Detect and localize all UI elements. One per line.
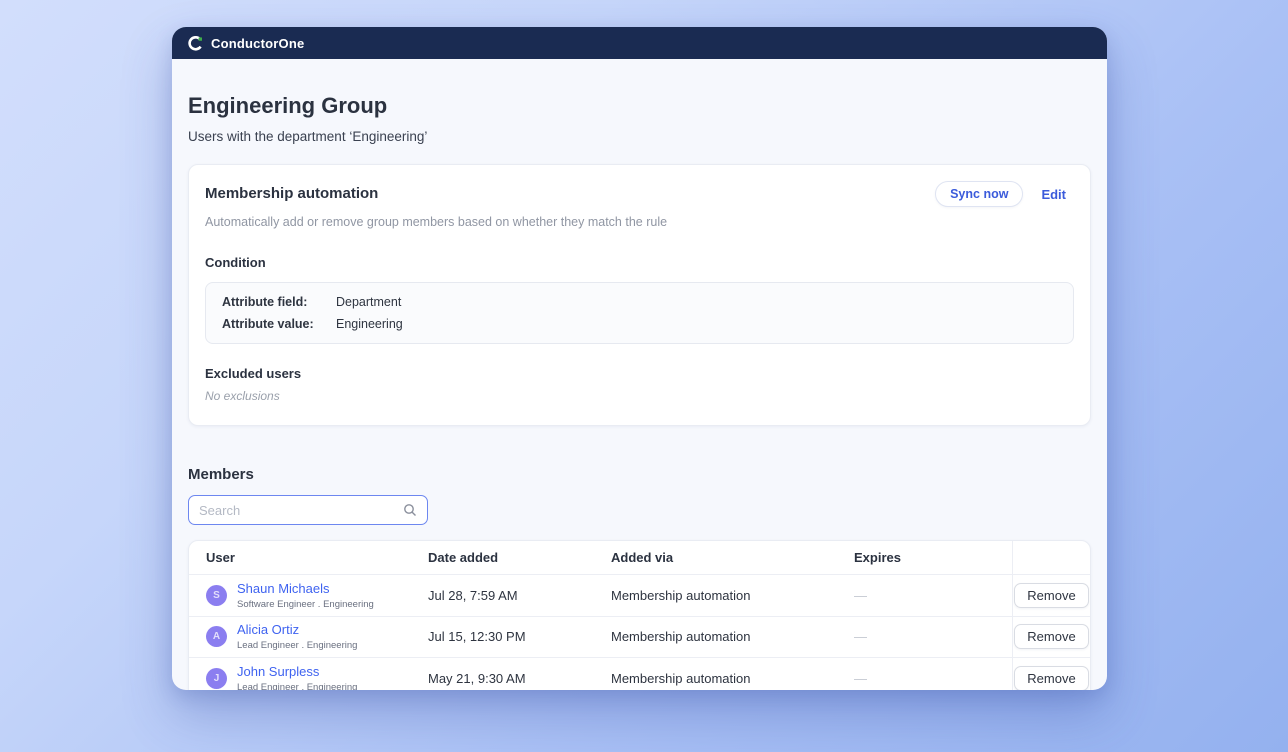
condition-label: Condition xyxy=(205,255,1074,270)
col-added-via: Added via xyxy=(611,550,854,565)
search-icon xyxy=(403,503,417,517)
date-added-cell: Jul 15, 12:30 PM xyxy=(428,629,611,644)
attribute-field-label: Attribute field: xyxy=(222,295,322,309)
remove-button[interactable]: Remove xyxy=(1014,583,1088,608)
conductorone-logo-icon xyxy=(188,36,203,51)
avatar: S xyxy=(206,585,227,606)
user-subtitle: Lead Engineer . Engineering xyxy=(237,640,357,651)
attribute-value-label: Attribute value: xyxy=(222,317,322,331)
added-via-cell: Membership automation xyxy=(611,588,854,603)
excluded-users-value: No exclusions xyxy=(205,389,1074,403)
table-row: J John Surpless Lead Engineer . Engineer… xyxy=(189,658,1090,690)
page-title: Engineering Group xyxy=(188,93,1091,119)
remove-button[interactable]: Remove xyxy=(1014,666,1088,690)
members-heading: Members xyxy=(188,466,1091,483)
expires-cell: — xyxy=(854,588,1012,603)
search-input[interactable] xyxy=(199,503,403,518)
user-subtitle: Software Engineer . Engineering xyxy=(237,599,374,610)
user-subtitle: Lead Engineer . Engineering xyxy=(237,682,357,690)
col-date-added: Date added xyxy=(428,550,611,565)
table-row: S Shaun Michaels Software Engineer . Eng… xyxy=(189,575,1090,617)
brand-name: ConductorOne xyxy=(211,36,304,51)
sync-now-button[interactable]: Sync now xyxy=(935,181,1023,207)
date-added-cell: Jul 28, 7:59 AM xyxy=(428,588,611,603)
membership-automation-card: Membership automation Sync now Edit Auto… xyxy=(188,164,1091,426)
user-name-link[interactable]: Shaun Michaels xyxy=(237,581,330,596)
attribute-value-row: Attribute value: Engineering xyxy=(222,317,1057,331)
col-expires: Expires xyxy=(854,550,1012,565)
condition-box: Attribute field: Department Attribute va… xyxy=(205,282,1074,344)
table-header-row: User Date added Added via Expires xyxy=(189,541,1090,575)
user-name-link[interactable]: Alicia Ortiz xyxy=(237,622,299,637)
col-actions xyxy=(1012,541,1090,574)
table-row: A Alicia Ortiz Lead Engineer . Engineeri… xyxy=(189,617,1090,659)
avatar: A xyxy=(206,626,227,647)
col-user: User xyxy=(206,550,428,565)
attribute-field-row: Attribute field: Department xyxy=(222,295,1057,309)
excluded-users-label: Excluded users xyxy=(205,366,1074,381)
added-via-cell: Membership automation xyxy=(611,671,854,686)
date-added-cell: May 21, 9:30 AM xyxy=(428,671,611,686)
titlebar: ConductorOne xyxy=(172,27,1107,59)
page-content: Engineering Group Users with the departm… xyxy=(172,59,1107,690)
attribute-field-value: Department xyxy=(336,295,401,309)
members-table: User Date added Added via Expires S Shau… xyxy=(188,540,1091,690)
expires-cell: — xyxy=(854,629,1012,644)
members-search xyxy=(188,495,428,525)
automation-description: Automatically add or remove group member… xyxy=(205,215,1074,229)
edit-link[interactable]: Edit xyxy=(1041,187,1066,202)
user-name-link[interactable]: John Surpless xyxy=(237,664,319,679)
expires-cell: — xyxy=(854,671,1012,686)
added-via-cell: Membership automation xyxy=(611,629,854,644)
avatar: J xyxy=(206,668,227,689)
page-subtitle: Users with the department ‘Engineering’ xyxy=(188,129,1091,144)
attribute-value-value: Engineering xyxy=(336,317,403,331)
automation-title: Membership automation xyxy=(205,181,378,202)
app-window: ConductorOne Engineering Group Users wit… xyxy=(172,27,1107,690)
remove-button[interactable]: Remove xyxy=(1014,624,1088,649)
